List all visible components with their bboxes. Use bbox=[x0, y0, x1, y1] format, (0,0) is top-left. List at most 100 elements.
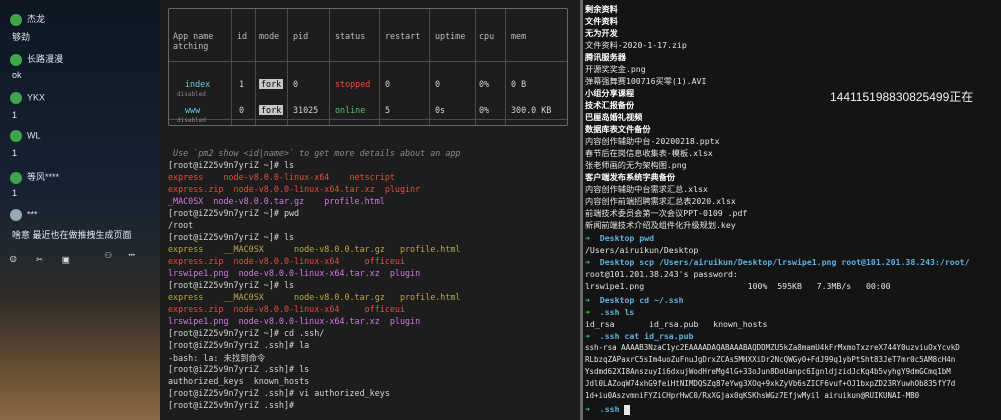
sender-name: WL bbox=[27, 130, 41, 141]
sender-name: YKX bbox=[27, 92, 46, 103]
danmaku-overlay: 1441151988308254​99正在 bbox=[830, 88, 974, 105]
app-pid: 0 bbox=[293, 79, 299, 89]
key-line: RLbzqZAPaxrC5sIm4uoZuFnuJgDrxZCAs5MHXXiD… bbox=[585, 355, 956, 364]
terminal-line: _MAC0SX node-v8.0.0.tar.gz profile.html bbox=[168, 196, 385, 206]
message-text: 1 bbox=[12, 188, 18, 198]
local-terminal[interactable]: 剩余资料 文件资料 无为开发 文件资料-2020-1-17.zip 腾讯服务器 … bbox=[583, 0, 1001, 420]
prompt-line: ➜ .ssh ls bbox=[585, 307, 635, 317]
terminal-line: [root@iZ25v9n7yriZ .ssh]# vi authorized_… bbox=[168, 388, 390, 398]
col-header: uptime bbox=[435, 31, 466, 41]
dir-entry: 无为开发 bbox=[585, 28, 618, 38]
file-entry: 内容创作前端招聘需求汇总表2020.xlsx bbox=[585, 196, 736, 206]
file-entry: 文件资料-2020-1-17.zip bbox=[585, 40, 687, 50]
scissors-icon[interactable]: ✂ bbox=[36, 253, 43, 266]
terminal-line: [root@iZ25v9n7yriZ .ssh]# ls bbox=[168, 364, 310, 374]
file-entry: 春节后在岗信息收集表-模板.xlsx bbox=[585, 148, 713, 158]
server-terminal[interactable]: App name atching id mode pid status rest… bbox=[160, 0, 580, 420]
chat-toolbar: ☺ ✂ ▣ ⚇ ⋯ bbox=[10, 248, 155, 266]
terminal-line: lrswipe1.png node-v8.0.0-linux-x64.tar.x… bbox=[168, 316, 421, 326]
file-entry: 开源奖奖金.png bbox=[585, 64, 646, 74]
terminal-line: express __MAC0SX node-v8.0.0.tar.gz prof… bbox=[168, 292, 461, 302]
dir-entry: 数据库表文件备份 bbox=[585, 124, 651, 134]
chat-message: YKX bbox=[10, 92, 45, 104]
dir-entry: 剩余资料 bbox=[585, 4, 618, 14]
cart-icon[interactable]: ▣ bbox=[63, 253, 70, 266]
output-line: root@101.201.38.243's password: bbox=[585, 269, 738, 279]
terminal-line: express.zip node-v8.0.0-linux-x64.tar.xz… bbox=[168, 184, 421, 194]
sender-name: *** bbox=[27, 209, 38, 220]
app-mode: fork bbox=[259, 105, 284, 115]
terminal-line: lrswipe1.png node-v8.0.0-linux-x64.tar.x… bbox=[168, 268, 421, 278]
key-line: Jdl0LAZoqW74xhG9feiHtNIMDQSZq87eYwg3XOq+… bbox=[585, 379, 956, 388]
dir-entry: 巴厘岛婚礼视频 bbox=[585, 112, 643, 122]
key-line: 1d+iu0AszvmniFYZiCHprHwC0/RxXGjax0qKSKhs… bbox=[585, 391, 920, 400]
prompt-line[interactable]: ➜ .ssh bbox=[585, 404, 631, 415]
app-status: online bbox=[335, 105, 366, 115]
prompt-line: ➜ .ssh cat id_rsa.pub bbox=[585, 331, 694, 341]
message-text: 够劲 bbox=[12, 32, 31, 42]
app-sub: disabled bbox=[177, 117, 206, 124]
app-mem: 300.0 KB bbox=[511, 105, 552, 115]
dir-entry: 文件资料 bbox=[585, 16, 618, 26]
terminal-line: express.zip node-v8.0.0-linux-x64 office… bbox=[168, 256, 405, 266]
smile-icon[interactable]: ☺ bbox=[10, 253, 17, 266]
key-line: ssh-rsa AAAAB3NzaC1yc2EAAAADAQABAAABAQDD… bbox=[585, 343, 960, 352]
terminal-line: [root@iZ25v9n7yriZ ~]# cd .ssh/ bbox=[168, 328, 325, 338]
message-text: 1 bbox=[12, 148, 18, 158]
key-line: Ysdmd62XI8AnszuyIi6dxujWodHreMg4lG+33oJu… bbox=[585, 367, 951, 376]
chat-message: WL bbox=[10, 130, 41, 142]
terminal-line: [root@iZ25v9n7yriZ ~]# ls bbox=[168, 160, 295, 170]
pm2-table: App name atching id mode pid status rest… bbox=[168, 8, 568, 126]
app-mode: fork bbox=[259, 79, 284, 89]
terminal-line: /root bbox=[168, 220, 194, 230]
dots-icon[interactable]: ⋯ bbox=[128, 248, 135, 261]
app-name: www bbox=[185, 105, 201, 115]
chat-message: *** bbox=[10, 209, 38, 221]
avatar bbox=[10, 13, 22, 26]
text-cursor bbox=[624, 404, 631, 415]
pm2-hint: Use `pm2 show <id|name>` to get more det… bbox=[168, 148, 461, 158]
dir-entry: 客户端发布系统字典备份 bbox=[585, 172, 676, 182]
col-header: mode bbox=[259, 31, 280, 41]
file-entry: 张老师画的无为架构图.png bbox=[585, 160, 687, 170]
prompt-line: ➜ Desktop pwd bbox=[585, 233, 655, 243]
terminal-line: [root@iZ25v9n7yriZ ~]# ls bbox=[168, 232, 295, 242]
sender-name: 等风**** bbox=[27, 172, 60, 182]
avatar bbox=[10, 130, 22, 142]
dir-entry: 腾讯服务器 bbox=[585, 52, 626, 62]
avatar bbox=[10, 92, 22, 104]
col-header: pid bbox=[293, 31, 309, 41]
col-header: App name bbox=[173, 31, 214, 41]
col-header-wrap: atching bbox=[173, 41, 209, 51]
terminal-line: [root@iZ25v9n7yriZ ~]# ls bbox=[168, 280, 295, 290]
file-entry: 新闻前端技术介绍及组件化升级规划.key bbox=[585, 220, 736, 230]
avatar bbox=[10, 53, 22, 66]
app-name: index bbox=[185, 79, 211, 89]
people-icon[interactable]: ⚇ bbox=[105, 248, 112, 261]
app-status: stopped bbox=[335, 79, 371, 89]
app-mem: 0 B bbox=[511, 79, 527, 89]
terminal-prompt[interactable]: [root@iZ25v9n7yriZ .ssh]# bbox=[168, 400, 299, 410]
col-header: restart bbox=[385, 31, 421, 41]
app-id: 1 bbox=[239, 79, 245, 89]
prompt-line: ➜ Desktop cd ~/.ssh bbox=[585, 295, 684, 305]
app-uptime: 0 bbox=[435, 79, 441, 89]
terminal-line: authorized_keys known_hosts bbox=[168, 376, 310, 386]
avatar bbox=[10, 209, 22, 221]
file-entry: 前端技术委员会第一次会议PPT-0109 .pdf bbox=[585, 208, 748, 218]
terminal-line: -bash: la: 未找到命令 bbox=[168, 353, 266, 363]
chat-panel: 杰龙 够劲 长路漫漫 ok YKX 1 WL 1 等风**** 1 *** 啥意… bbox=[0, 0, 160, 420]
sender-name: 杰龙 bbox=[27, 14, 46, 24]
output-line: id_rsa id_rsa.pub known_hosts bbox=[585, 319, 768, 329]
app-sub: disabled bbox=[177, 91, 206, 98]
app-restart: 0 bbox=[385, 79, 391, 89]
app-restart: 5 bbox=[385, 105, 391, 115]
app-id: 0 bbox=[239, 105, 245, 115]
terminal-line: express.zip node-v8.0.0-linux-x64 office… bbox=[168, 304, 405, 314]
prompt-line: ➜ Desktop scp /Users/airuikun/Desktop/lr… bbox=[585, 257, 970, 267]
file-entry: 弹幕强舞赛100716买零(1).AVI bbox=[585, 76, 707, 86]
chat-message: 杰龙 bbox=[10, 12, 45, 26]
output-line: lrswipe1.png 100% 595KB 7.3MB/s 00:00 bbox=[585, 281, 891, 291]
terminal-line: express __MAC0SX node-v8.0.0.tar.gz prof… bbox=[168, 244, 461, 254]
terminal-line: [root@iZ25v9n7yriZ .ssh]# la bbox=[168, 340, 310, 350]
